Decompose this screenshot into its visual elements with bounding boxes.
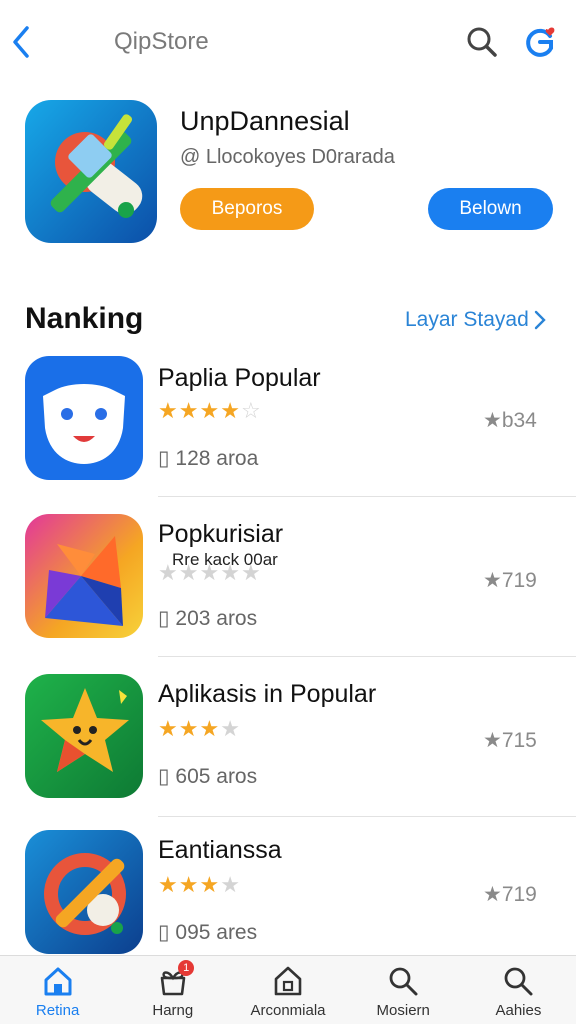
star-icon: ★ [178,398,199,423]
tab-aahies[interactable]: Aahies [461,956,576,1024]
notification-badge: 1 [178,960,195,976]
origami-bird-icon [25,514,143,638]
star-rating: ★ ★ ★ ★ [158,874,240,896]
app-title: Aplikasis in Popular [158,680,377,708]
chevron-left-icon [13,26,29,58]
app-title: Popkurisiar [158,520,284,548]
app-icon [25,356,143,480]
header: QipStore [0,0,576,84]
search-icon [467,27,497,57]
back-button[interactable] [6,22,36,62]
see-all-label: Layar Stayad [405,308,529,331]
divider [158,496,576,497]
app-icon [25,830,143,954]
app-rating: ★719 [483,883,537,906]
divider [158,656,576,657]
app-size: ▯ 128 aroa [158,447,259,470]
star-rating: ★ ★ ★ ★ ☆ [158,400,261,422]
app-icon [25,674,143,798]
search-icon [505,967,533,996]
profile-button[interactable] [520,22,560,62]
app-title: Eantianssa [158,836,282,864]
star-icon: ★ [220,560,240,585]
tab-label: Aahies [495,1002,542,1019]
star-icon: ★ [240,560,261,585]
tab-bar: Retina 1 Harng Arconmiala Mosiern Aahies [0,955,576,1024]
featured-app-icon[interactable] [25,100,157,243]
app-store-screen: QipStore UnpDannesial @ Llocokoyes D0rar… [0,0,576,1024]
star-icon: ★ [199,872,220,897]
tab-arconmiala[interactable]: Arconmiala [230,956,345,1024]
app-rating: ★719 [483,569,537,592]
featured-secondary-button[interactable]: Belown [428,188,553,230]
page-title: QipStore [114,28,209,55]
star-icon: ★ [158,716,178,741]
list-item[interactable]: Popkurisiar Rre kack 00ar ★ ★ ★ ★ ★ ★719… [0,510,576,670]
smiley-face-icon [25,356,143,480]
search-button[interactable] [464,24,500,60]
list-item[interactable]: Aplikasis in Popular ★ ★ ★ ★ ★715 ▯ 605 … [0,670,576,830]
chevron-right-icon [534,310,546,330]
star-icon: ★ [199,716,220,741]
star-rating: ★ ★ ★ ★ ★ [158,562,261,584]
section-title: Nanking [25,302,144,335]
star-icon: ★ [199,560,220,585]
app-size: ▯ 605 aros [158,765,258,788]
app-size: ▯ 095 ares [158,921,258,944]
home-icon [44,967,72,996]
star-icon: ★ [178,872,199,897]
star-character-icon [25,674,143,798]
tab-label: Arconmiala [250,1002,326,1019]
star-rating: ★ ★ ★ ★ [158,718,240,740]
search-icon [389,967,418,996]
tools-icon [25,100,157,243]
star-icon: ★ [220,716,240,741]
star-icon: ★ [178,560,199,585]
featured-primary-button[interactable]: Beporos [180,188,314,230]
star-icon: ★ [178,716,199,741]
star-icon: ★ [220,872,240,897]
star-icon: ★ [158,872,178,897]
featured-app-title: UnpDannesial [180,106,350,136]
app-rating: ★715 [483,729,537,752]
star-icon: ★ [199,398,220,423]
see-all-link[interactable]: Layar Stayad [405,308,547,332]
app-icon [25,514,143,638]
star-icon: ★ [158,560,178,585]
tab-mosiern[interactable]: Mosiern [346,956,461,1024]
tab-label: Retina [35,1002,80,1019]
list-item[interactable]: Paplia Popular ★ ★ ★ ★ ☆ ★b34 ▯ 128 aroa [0,350,576,510]
star-icon: ☆ [240,398,261,423]
tab-label: Harng [152,1002,194,1019]
profile-icon [526,27,555,57]
circle-slash-icon [25,830,143,954]
star-icon: ★ [220,398,240,423]
tab-label: Mosiern [376,1002,430,1019]
tab-harng[interactable]: 1 Harng [115,956,230,1024]
app-rating: ★b34 [483,409,537,432]
divider [158,816,576,817]
store-icon [274,966,302,996]
featured-app-subtitle: @ Llocokoyes D0rarada [180,146,395,168]
tab-retina[interactable]: Retina [0,956,115,1024]
app-size: ▯ 203 aros [158,607,258,630]
star-icon: ★ [158,398,178,423]
app-title: Paplia Popular [158,364,321,392]
